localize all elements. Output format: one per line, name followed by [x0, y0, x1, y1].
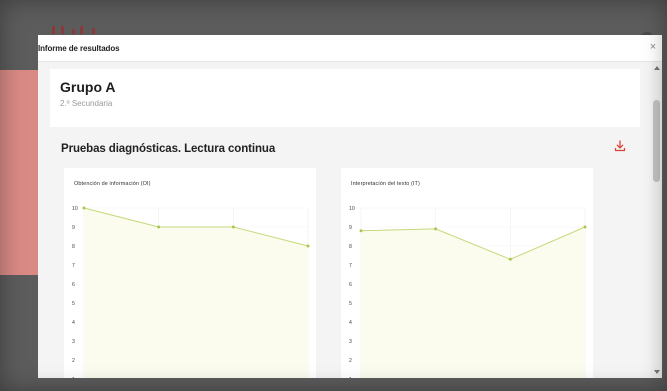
chart-card-oi: Obtención de información (OI) 1234567891… — [64, 168, 316, 378]
group-name: Grupo A — [60, 79, 116, 95]
scrollbar-thumb[interactable] — [653, 100, 660, 182]
y-tick-label: 3 — [72, 339, 75, 345]
data-point — [359, 229, 363, 233]
y-tick-label: 6 — [72, 282, 75, 288]
data-point — [82, 206, 86, 210]
y-tick-label: 8 — [349, 244, 352, 250]
chart-card-it: Interpretación del texto (IT) 1234567891… — [341, 168, 593, 378]
scroll-up-arrow-icon[interactable] — [654, 66, 660, 70]
data-point — [434, 227, 438, 231]
series-area — [84, 208, 308, 378]
y-tick-label: 7 — [72, 263, 75, 269]
modal-title: Informe de resultados — [38, 44, 120, 53]
group-summary-card: Grupo A 2.º Secundaria — [50, 69, 640, 127]
chart-title: Obtención de información (OI) — [74, 181, 151, 187]
y-tick-label: 2 — [72, 358, 75, 364]
y-tick-label: 4 — [72, 320, 75, 326]
y-tick-label: 5 — [72, 301, 75, 307]
y-tick-label: 6 — [349, 282, 352, 288]
modal-scrollbar[interactable] — [651, 62, 662, 378]
line-chart-it: 1 2 3 4 5 6 7 8 9 10 — [349, 206, 587, 378]
close-icon[interactable]: × — [647, 41, 659, 53]
series-area — [361, 227, 585, 378]
data-point — [508, 257, 512, 261]
y-tick-label: 10 — [349, 206, 355, 212]
y-tick-label: 2 — [349, 358, 352, 364]
y-tick-label: 3 — [349, 339, 352, 345]
y-tick-label: 9 — [349, 225, 352, 231]
data-point — [231, 225, 235, 229]
results-report-modal: Informe de resultados × Grupo A 2.º Secu… — [38, 35, 662, 378]
modal-header: Informe de resultados × — [38, 35, 662, 62]
section-title: Pruebas diagnósticas. Lectura continua — [61, 143, 276, 155]
background-logo — [52, 26, 112, 34]
scroll-down-arrow-icon[interactable] — [654, 370, 660, 374]
data-point — [157, 225, 161, 229]
group-level: 2.º Secundaria — [60, 99, 113, 108]
y-tick-label: 9 — [72, 225, 75, 231]
y-tick-label: 1 — [349, 377, 352, 378]
line-chart-oi: 1 2 3 4 5 6 7 8 9 10 — [72, 206, 310, 378]
y-tick-label: 8 — [72, 244, 75, 250]
y-tick-label: 10 — [72, 206, 78, 212]
download-icon[interactable] — [613, 139, 627, 153]
y-tick-label: 5 — [349, 301, 352, 307]
y-tick-label: 4 — [349, 320, 352, 326]
y-tick-label: 1 — [72, 377, 75, 378]
data-point — [583, 225, 587, 229]
data-point — [306, 244, 310, 248]
chart-title: Interpretación del texto (IT) — [351, 181, 420, 187]
y-tick-label: 7 — [349, 263, 352, 269]
